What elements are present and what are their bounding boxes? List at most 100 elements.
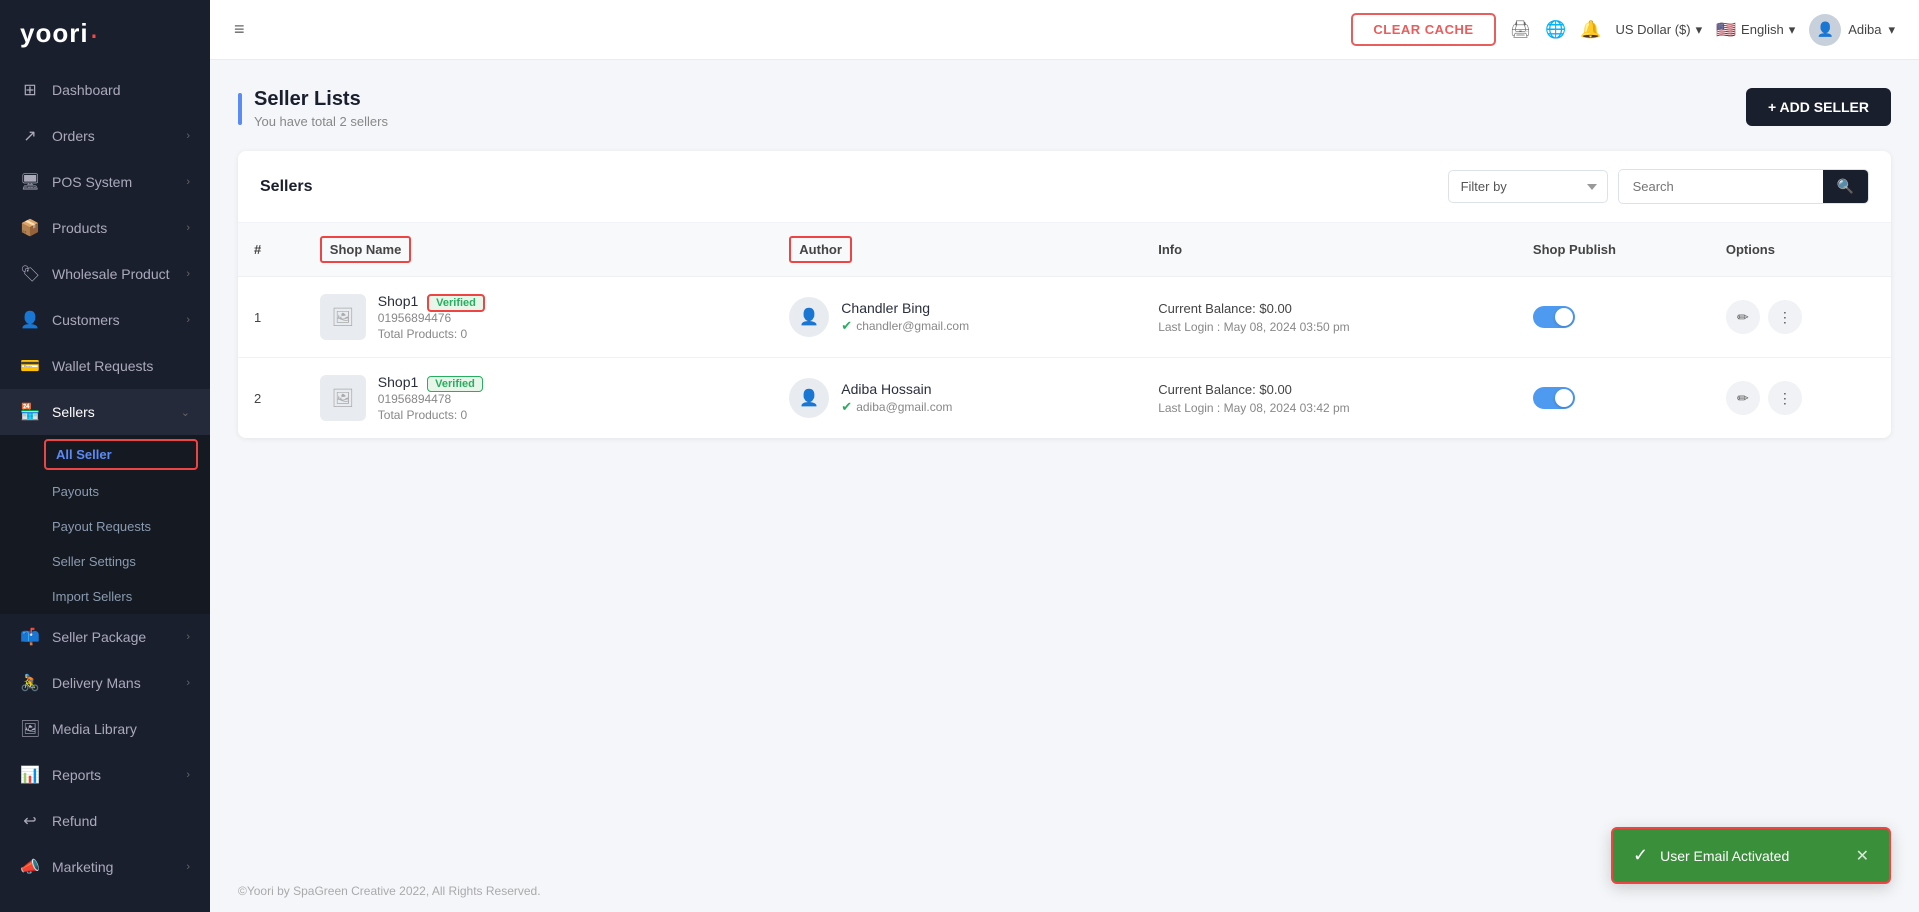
row1-num: 1 bbox=[238, 277, 304, 358]
add-seller-button[interactable]: + ADD SELLER bbox=[1746, 88, 1891, 126]
sidebar-label-marketing: Marketing bbox=[52, 859, 113, 875]
globe-icon[interactable]: 🌐 bbox=[1545, 20, 1566, 40]
search-input[interactable] bbox=[1619, 171, 1823, 202]
dashboard-icon: ⊞ bbox=[20, 80, 40, 100]
row2-edit-button[interactable]: ✏ bbox=[1726, 381, 1760, 415]
wholesale-chevron: › bbox=[186, 268, 190, 280]
products-icon: 📦 bbox=[20, 218, 40, 238]
row2-info: Current Balance: $0.00 Last Login : May … bbox=[1142, 358, 1517, 439]
row2-num: 2 bbox=[238, 358, 304, 439]
sidebar-item-reports[interactable]: 📊 Reports › bbox=[0, 752, 210, 798]
language-label: English bbox=[1741, 22, 1784, 37]
row1-author-email: ✔ chandler@gmail.com bbox=[841, 318, 969, 334]
row2-author-thumb: 👤 bbox=[789, 378, 829, 418]
sidebar-item-sellers[interactable]: 🏪 Sellers ⌄ bbox=[0, 389, 210, 435]
row2-balance: Current Balance: $0.00 bbox=[1158, 382, 1501, 397]
toast-check-icon: ✓ bbox=[1633, 845, 1648, 866]
flag-icon: 🇺🇸 bbox=[1716, 20, 1736, 40]
reports-chevron: › bbox=[186, 769, 190, 781]
sidebar-item-media[interactable]: 🖼 Media Library bbox=[0, 706, 210, 752]
row1-email-check-icon: ✔ bbox=[841, 318, 852, 334]
toast-message: User Email Activated bbox=[1660, 848, 1844, 864]
sidebar-item-refund[interactable]: ↩ Refund bbox=[0, 798, 210, 844]
orders-chevron: › bbox=[186, 130, 190, 142]
filter-select[interactable]: Filter by bbox=[1448, 170, 1608, 203]
row1-author: 👤 Chandler Bing ✔ chandler@gmail.com bbox=[773, 277, 1142, 358]
sidebar-label-dashboard: Dashboard bbox=[52, 82, 121, 98]
sidebar-item-delivery[interactable]: 🚴 Delivery Mans › bbox=[0, 660, 210, 706]
row1-balance: Current Balance: $0.00 bbox=[1158, 301, 1501, 316]
refund-icon: ↩ bbox=[20, 811, 40, 831]
currency-selector[interactable]: US Dollar ($) ▾ bbox=[1615, 22, 1702, 38]
sidebar-label-seller-package: Seller Package bbox=[52, 629, 146, 645]
sidebar-label-media: Media Library bbox=[52, 721, 137, 737]
search-box: 🔍 bbox=[1618, 169, 1869, 204]
brand-name: yoori bbox=[20, 18, 89, 49]
row1-phone: 01956894476 bbox=[378, 311, 485, 325]
submenu-all-seller[interactable]: All Seller bbox=[44, 439, 198, 470]
sidebar-item-products[interactable]: 📦 Products › bbox=[0, 205, 210, 251]
toast-close-button[interactable]: ✕ bbox=[1856, 846, 1869, 866]
media-icon: 🖼 bbox=[20, 719, 40, 739]
bell-icon[interactable]: 🔔 bbox=[1580, 20, 1601, 40]
toast-notification: ✓ User Email Activated ✕ bbox=[1611, 827, 1891, 884]
user-name: Adiba bbox=[1848, 22, 1881, 37]
language-selector[interactable]: 🇺🇸 English ▾ bbox=[1716, 20, 1795, 40]
row2-toggle[interactable] bbox=[1533, 387, 1575, 409]
row2-shop-thumb: 🖼 bbox=[320, 375, 366, 421]
col-author: Author bbox=[773, 223, 1142, 277]
sidebar-label-orders: Orders bbox=[52, 128, 95, 144]
row2-author-name: Adiba Hossain bbox=[841, 381, 952, 397]
row1-verified-badge: Verified bbox=[427, 294, 485, 312]
sidebar-item-orders[interactable]: ↗ Orders › bbox=[0, 113, 210, 159]
sidebar-label-sellers: Sellers bbox=[52, 404, 95, 420]
hamburger-icon[interactable]: ≡ bbox=[234, 19, 245, 40]
sidebar-label-wallet: Wallet Requests bbox=[52, 358, 153, 374]
sidebar-item-wallet[interactable]: 💳 Wallet Requests bbox=[0, 343, 210, 389]
table-header-row: # Shop Name Author Info Shop Publish Opt… bbox=[238, 223, 1891, 277]
marketing-icon: 📣 bbox=[20, 857, 40, 877]
row1-edit-button[interactable]: ✏ bbox=[1726, 300, 1760, 334]
sidebar-label-wholesale: Wholesale Product bbox=[52, 266, 170, 282]
submenu-payout-requests[interactable]: Payout Requests bbox=[0, 509, 210, 544]
sidebar-item-dashboard[interactable]: ⊞ Dashboard bbox=[0, 67, 210, 113]
shop-name-header: Shop Name bbox=[320, 236, 412, 263]
row2-author-email: ✔ adiba@gmail.com bbox=[841, 399, 952, 415]
content-area: Seller Lists You have total 2 sellers + … bbox=[210, 60, 1919, 870]
row2-shop-name: Shop1 Verified bbox=[378, 374, 483, 390]
submenu-payouts[interactable]: Payouts bbox=[0, 474, 210, 509]
row1-more-button[interactable]: ⋮ bbox=[1768, 300, 1802, 334]
row2-last-login: Last Login : May 08, 2024 03:42 pm bbox=[1158, 401, 1501, 415]
avatar-icon: 👤 bbox=[1817, 21, 1834, 38]
row1-products: Total Products: 0 bbox=[378, 327, 485, 341]
row1-toggle[interactable] bbox=[1533, 306, 1575, 328]
title-accent bbox=[238, 93, 242, 125]
submenu-seller-settings[interactable]: Seller Settings bbox=[0, 544, 210, 579]
sidebar-item-pos[interactable]: 🖥 POS System › bbox=[0, 159, 210, 205]
sidebar-label-pos: POS System bbox=[52, 174, 132, 190]
row1-shop: 🖼 Shop1 Verified 01956894476 Total Produ… bbox=[304, 277, 774, 358]
wholesale-icon: 🏷 bbox=[20, 264, 40, 284]
toolbar-right: Filter by 🔍 bbox=[1448, 169, 1869, 204]
submenu-import-sellers[interactable]: Import Sellers bbox=[0, 579, 210, 614]
row2-more-button[interactable]: ⋮ bbox=[1768, 381, 1802, 415]
sidebar-item-marketing[interactable]: 📣 Marketing › bbox=[0, 844, 210, 890]
row2-author: 👤 Adiba Hossain ✔ adiba@gmail.com bbox=[773, 358, 1142, 439]
user-menu[interactable]: 👤 Adiba ▾ bbox=[1809, 14, 1895, 46]
clear-cache-button[interactable]: CLEAR CACHE bbox=[1351, 13, 1495, 46]
row1-info: Current Balance: $0.00 Last Login : May … bbox=[1142, 277, 1517, 358]
sidebar-label-customers: Customers bbox=[52, 312, 120, 328]
currency-label: US Dollar ($) bbox=[1615, 22, 1690, 37]
user-chevron: ▾ bbox=[1888, 22, 1895, 38]
sidebar-item-customers[interactable]: 👤 Customers › bbox=[0, 297, 210, 343]
sidebar-label-products: Products bbox=[52, 220, 107, 236]
row1-author-name: Chandler Bing bbox=[841, 300, 969, 316]
sidebar-item-wholesale[interactable]: 🏷 Wholesale Product › bbox=[0, 251, 210, 297]
print-icon[interactable]: 🖨 bbox=[1510, 20, 1532, 40]
sidebar-label-delivery: Delivery Mans bbox=[52, 675, 141, 691]
marketing-chevron: › bbox=[186, 861, 190, 873]
search-button[interactable]: 🔍 bbox=[1823, 170, 1868, 203]
row1-shop-name: Shop1 Verified bbox=[378, 293, 485, 309]
row2-publish bbox=[1517, 358, 1710, 439]
sidebar-item-seller-package[interactable]: 📫 Seller Package › bbox=[0, 614, 210, 660]
